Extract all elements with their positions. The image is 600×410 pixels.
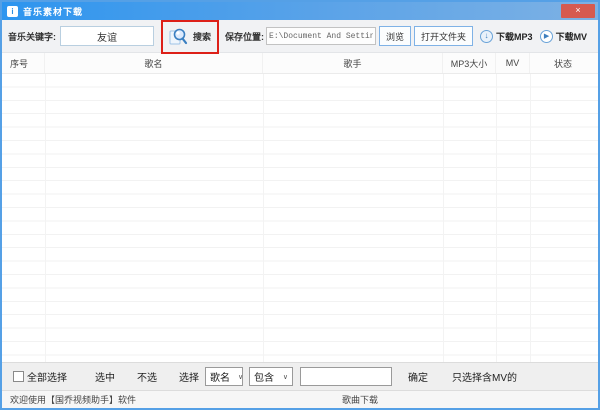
save-location-label: 保存位置:: [225, 30, 264, 43]
filter-match-value: 包含: [254, 369, 274, 384]
browse-button[interactable]: 浏览: [379, 26, 411, 46]
chevron-down-icon: ∨: [283, 373, 288, 381]
status-text: 歌曲下载: [342, 393, 378, 406]
welcome-text: 欢迎使用【国乔视频助手】软件: [10, 393, 136, 406]
column-header-status[interactable]: 状态: [530, 53, 596, 73]
search-icon: [169, 27, 188, 46]
download-mp3-label: 下载MP3: [496, 30, 533, 43]
download-mv-label: 下载MV: [556, 30, 588, 43]
column-divider: [530, 74, 531, 362]
filter-label: 选择: [179, 369, 199, 384]
download-mv-icon: ▶: [540, 30, 553, 43]
column-header-artist[interactable]: 歌手: [263, 53, 443, 73]
download-mp3-button[interactable]: ↓ 下载MP3: [480, 30, 533, 43]
column-divider: [45, 74, 46, 362]
column-header-song-name[interactable]: 歌名: [45, 53, 263, 73]
column-divider: [443, 74, 444, 362]
table-header: 序号 歌名 歌手 MP3大小 MV 状态: [2, 53, 598, 74]
column-divider: [496, 74, 497, 362]
close-button[interactable]: ×: [561, 4, 595, 18]
window-title: 音乐素材下载: [23, 5, 83, 18]
app-icon: i: [7, 6, 18, 17]
select-all-checkbox[interactable]: [13, 371, 24, 382]
save-path-input[interactable]: [266, 27, 376, 45]
filter-text-input[interactable]: [300, 367, 392, 386]
toolbar: 音乐关键字: 搜索 保存位置: 浏览 打开文件夹 ↓ 下载MP3 ▶ 下载MV: [2, 20, 598, 53]
table-body: [2, 74, 598, 362]
download-mp3-icon: ↓: [480, 30, 493, 43]
app-window: i 音乐素材下载 × 音乐关键字: 搜索 保存位置: 浏览 打开文件夹 ↓ 下载: [0, 0, 600, 410]
title-bar: i 音乐素材下载 ×: [2, 2, 598, 20]
mv-only-link[interactable]: 只选择含MV的: [452, 369, 517, 384]
filter-match-select[interactable]: 包含 ∨: [249, 367, 293, 386]
filter-field-select[interactable]: 歌名 ∨: [205, 367, 243, 386]
column-header-mv[interactable]: MV: [496, 53, 530, 73]
keyword-label: 音乐关键字:: [8, 30, 56, 43]
select-all-label[interactable]: 全部选择: [27, 369, 67, 384]
selection-bar: 全部选择 选中 不选 选择 歌名 ∨ 包含 ∨ 确定 只选择含MV的: [2, 362, 598, 390]
filter-field-value: 歌名: [210, 369, 230, 384]
search-button[interactable]: 搜索: [165, 24, 215, 49]
confirm-link[interactable]: 确定: [408, 369, 428, 384]
keyword-input[interactable]: [60, 26, 154, 46]
column-divider: [263, 74, 264, 362]
status-bar: 欢迎使用【国乔视频助手】软件 歌曲下载: [2, 390, 598, 408]
column-header-mp3-size[interactable]: MP3大小: [443, 53, 496, 73]
column-header-index[interactable]: 序号: [2, 53, 45, 73]
search-button-label: 搜索: [193, 30, 211, 43]
chevron-down-icon: ∨: [238, 373, 243, 381]
download-mv-button[interactable]: ▶ 下载MV: [540, 30, 588, 43]
select-checked-link[interactable]: 选中: [95, 369, 115, 384]
open-folder-button[interactable]: 打开文件夹: [414, 26, 473, 46]
deselect-link[interactable]: 不选: [137, 369, 157, 384]
